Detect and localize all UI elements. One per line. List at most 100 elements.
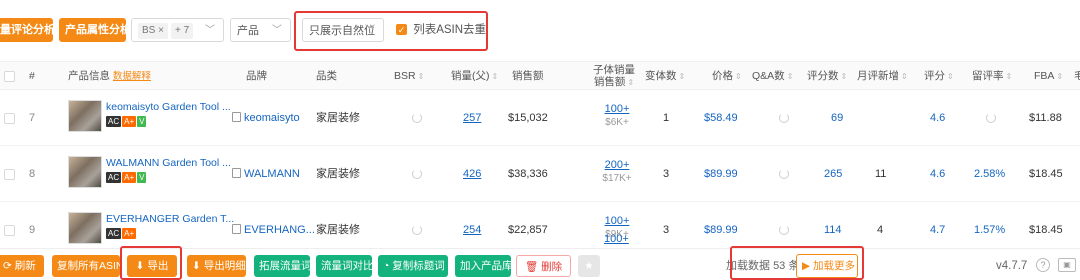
product-select-value: 产品 xyxy=(237,25,259,37)
product-image[interactable] xyxy=(68,156,102,188)
row-index: 8 xyxy=(29,168,36,180)
category-value: 家居装修 xyxy=(316,112,360,124)
table-row[interactable]: 8 WALMANN Garden Tool ... AC A+ V WALMANN … xyxy=(0,146,1080,202)
child-sales-value[interactable]: 200+ xyxy=(593,158,641,172)
checkbox-icon[interactable] xyxy=(4,112,15,124)
copy-title-words-label: 复制标题词 xyxy=(392,260,445,272)
attribute-analysis-button[interactable]: 产品属性分析 xyxy=(59,18,126,42)
variants-value: 1 xyxy=(663,112,670,124)
sort-icon[interactable]: ⇕ xyxy=(841,72,848,81)
sales-link[interactable]: 257 xyxy=(463,90,481,146)
child-sales-value[interactable]: 100+ xyxy=(593,214,641,228)
fullscreen-icon[interactable]: ▣ xyxy=(1058,258,1076,272)
badge-ac: AC xyxy=(106,228,122,239)
col-monthly-new-label: 月评新增 xyxy=(857,70,899,82)
product-name-link[interactable]: WALMANN Garden Tool ... xyxy=(106,156,231,170)
star-icon: ★ xyxy=(584,260,594,272)
checkbox-icon[interactable] xyxy=(4,70,15,82)
export-detail-button[interactable]: ⬇ 导出明细 xyxy=(187,255,246,277)
col-monthly-new[interactable]: 月评新增 ⇕ xyxy=(857,62,908,90)
category-value: 家居装修 xyxy=(316,168,360,180)
favorite-button[interactable]: ★ xyxy=(578,255,600,277)
select-all-checkbox[interactable] xyxy=(4,62,15,90)
col-variants[interactable]: 变体数 ⇕ xyxy=(645,62,685,90)
col-sales-label: 销量(父) xyxy=(451,70,490,82)
checkbox-icon[interactable] xyxy=(4,224,15,236)
filter-toolbar: 量评论分析 产品属性分析 BS × + 7 ﹀ 产品 ﹀ 只展示自然位 ﹀ ✓ 列… xyxy=(0,0,1080,62)
badge-ac: AC xyxy=(106,172,122,183)
col-price[interactable]: 价格 ⇕ xyxy=(712,62,742,90)
version-label: v4.7.7 xyxy=(996,260,1028,272)
brand-link[interactable]: keomaisyto xyxy=(232,90,300,146)
col-bsr[interactable]: BSR ⇕ xyxy=(394,62,424,90)
qa-loading xyxy=(779,90,789,146)
badges: AC A+ V xyxy=(106,116,147,128)
product-select[interactable]: 产品 ﹀ xyxy=(230,18,291,42)
col-qa[interactable]: Q&A数 ⇕ xyxy=(752,62,793,90)
col-brand: 品牌 xyxy=(246,70,267,82)
chevron-down-icon: ﹀ xyxy=(205,25,215,36)
child-sales[interactable]: 200+ $17K+ xyxy=(593,158,641,186)
col-retention-label: 留评率 xyxy=(972,70,1004,82)
add-to-library-button[interactable]: 加入产品库 xyxy=(455,255,513,277)
sort-icon[interactable]: ⇕ xyxy=(418,72,425,81)
product-image[interactable] xyxy=(68,100,102,132)
delete-button[interactable]: 🗑 删除 xyxy=(516,255,571,277)
col-rating[interactable]: 评分 ⇕ xyxy=(924,62,954,90)
sort-icon[interactable]: ⇕ xyxy=(901,72,908,81)
price-value: $89.99 xyxy=(704,168,738,180)
col-fba-label: FBA xyxy=(1034,70,1055,82)
expand-keywords-button[interactable]: 拓展流量词 xyxy=(254,255,312,277)
col-retention[interactable]: 留评率 ⇕ xyxy=(972,62,1012,90)
product-name-link[interactable]: EVERHANGER Garden T... xyxy=(106,212,234,226)
col-sales-parent[interactable]: 销量(父) ⇕ xyxy=(451,62,498,90)
sort-icon[interactable]: ⇕ xyxy=(787,72,794,81)
sort-icon[interactable]: ⇕ xyxy=(679,72,686,81)
bs-multiselect[interactable]: BS × + 7 ﹀ xyxy=(131,18,224,42)
sort-icon[interactable]: ⇕ xyxy=(735,72,742,81)
sort-icon[interactable]: ⇕ xyxy=(492,72,499,81)
badge-video: V xyxy=(137,116,147,127)
highlight-box xyxy=(120,246,182,280)
sort-icon[interactable]: ⇕ xyxy=(1056,72,1063,81)
revenue-value: $15,032 xyxy=(508,112,548,124)
reviews-value: 69 xyxy=(831,112,844,124)
copy-title-words-button[interactable]: ◔ 复制标题词 xyxy=(378,255,448,277)
row-checkbox[interactable] xyxy=(4,90,15,146)
partial-row-child-sales[interactable]: 100+ xyxy=(604,232,629,246)
col-product-info-label: 产品信息 xyxy=(68,70,110,82)
compare-keywords-label: 流量词对比 xyxy=(321,260,374,272)
col-reviews[interactable]: 评分数 ⇕ xyxy=(807,62,847,90)
refresh-button[interactable]: ⟳ 刷新 xyxy=(0,255,44,277)
export-detail-label: 导出明细 xyxy=(203,260,246,272)
download-icon: ⬇ xyxy=(192,260,201,272)
copy-asin-button[interactable]: 复制所有ASIN xyxy=(52,255,124,277)
monthly-new-value: 11 xyxy=(875,168,887,180)
product-name-link[interactable]: keomaisyto Garden Tool ... xyxy=(106,100,231,114)
col-child-revenue-label: 销售额 xyxy=(593,76,626,88)
reviews-value: 265 xyxy=(824,168,843,180)
review-analysis-button[interactable]: 量评论分析 xyxy=(0,18,53,42)
tag-close-icon[interactable]: × xyxy=(158,25,164,36)
sales-link[interactable]: 426 xyxy=(463,146,481,202)
sort-icon[interactable]: ⇕ xyxy=(947,72,954,81)
child-sales[interactable]: 100+ $6K+ xyxy=(593,102,641,130)
brand-label: WALMANN xyxy=(244,168,300,180)
row-checkbox[interactable] xyxy=(4,146,15,202)
brand-link[interactable]: WALMANN xyxy=(232,146,300,202)
col-child-sales[interactable]: 子体销量 销售额 ⇕ xyxy=(588,62,640,90)
table-row[interactable]: 7 keomaisyto Garden Tool ... AC A+ V keoma… xyxy=(0,90,1080,146)
help-icon[interactable]: ? xyxy=(1036,258,1050,272)
badge-aplus: A+ xyxy=(122,116,137,127)
checkbox-icon[interactable] xyxy=(4,168,15,180)
col-variants-label: 变体数 xyxy=(645,70,677,82)
compare-keywords-button[interactable]: 流量词对比 xyxy=(316,255,374,277)
child-revenue-value: $17K+ xyxy=(602,173,632,184)
data-explain-link[interactable]: 数据解释 xyxy=(113,71,151,82)
product-image[interactable] xyxy=(68,212,102,244)
child-sales-value[interactable]: 100+ xyxy=(593,102,641,116)
expand-keywords-label: 拓展流量词 xyxy=(259,260,312,272)
sort-icon[interactable]: ⇕ xyxy=(1006,72,1013,81)
sort-icon[interactable]: ⇕ xyxy=(627,78,634,87)
col-fba[interactable]: FBA ⇕ xyxy=(1034,62,1063,90)
